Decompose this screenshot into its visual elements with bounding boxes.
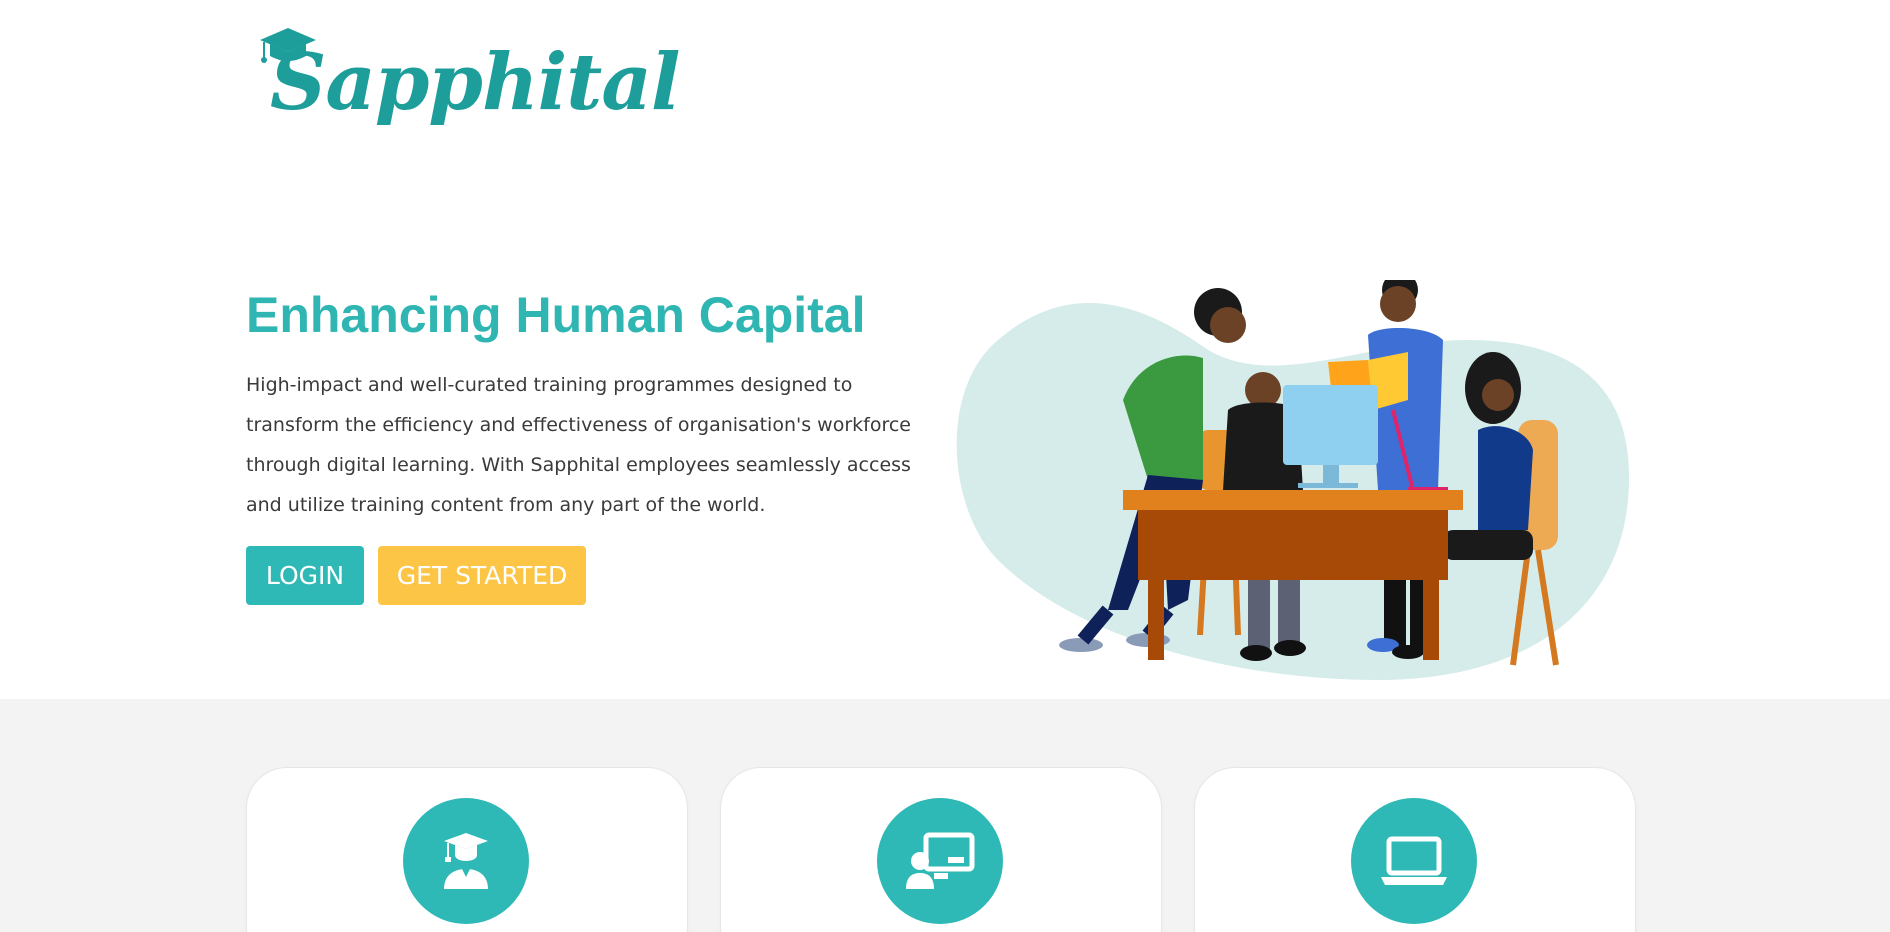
feature-card-elearning[interactable] — [1195, 768, 1635, 932]
team-collaboration-illustration — [956, 280, 1630, 680]
site-header: Sapphital — [0, 0, 1890, 180]
get-started-button[interactable]: GET STARTED — [378, 546, 586, 605]
feature-card-learners[interactable] — [247, 768, 687, 932]
features-section — [0, 699, 1890, 932]
teacher-board-icon — [877, 798, 1003, 924]
hero-description: High-impact and well-curated training pr… — [246, 374, 911, 516]
brand-name: Sapphital — [270, 37, 680, 128]
graduate-icon — [403, 798, 529, 924]
hero-title: Enhancing Human Capital — [246, 287, 866, 343]
login-button[interactable]: LOGIN — [246, 546, 364, 605]
feature-card-instructors[interactable] — [721, 768, 1161, 932]
sapphital-logo[interactable]: Sapphital — [258, 26, 680, 144]
laptop-icon — [1351, 798, 1477, 924]
hero-section: Enhancing Human Capital High-impact and … — [0, 180, 1890, 699]
